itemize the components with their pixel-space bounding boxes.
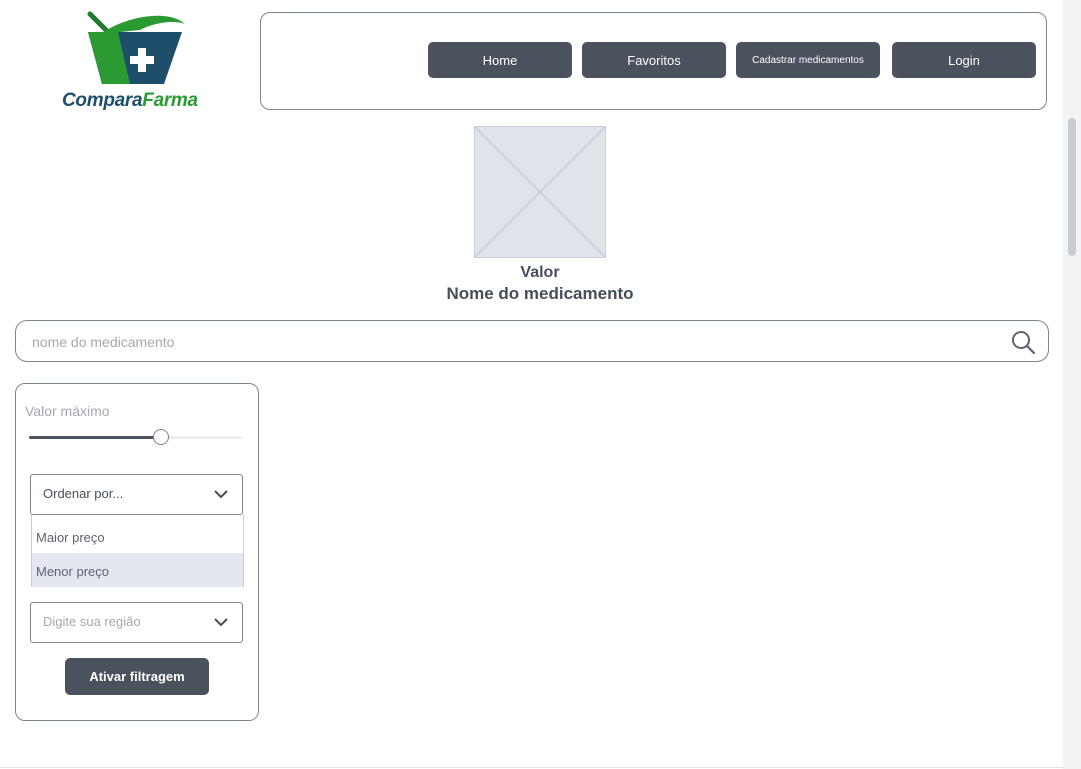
apply-filter-button[interactable]: Ativar filtragem (65, 658, 209, 695)
brand-name: ComparaFarma (62, 90, 198, 111)
product-price: Valor (520, 264, 560, 281)
search-input[interactable] (32, 331, 982, 353)
scrollbar-thumb[interactable] (1068, 118, 1076, 256)
region-select[interactable]: Digite sua região (30, 602, 243, 643)
chevron-down-icon (214, 490, 228, 499)
nav-cadastrar-medicamentos-button[interactable]: Cadastrar medicamentos (736, 42, 880, 78)
nav-favoritos-button[interactable]: Favoritos (582, 42, 726, 78)
search-icon[interactable] (1010, 329, 1036, 355)
region-select-placeholder: Digite sua região (43, 614, 141, 629)
sort-option-maior-preco[interactable]: Maior preço (32, 519, 243, 553)
nav-home-button[interactable]: Home (428, 42, 572, 78)
basket-logo-icon (87, 11, 185, 84)
scrollbar-track[interactable] (1063, 0, 1081, 769)
chevron-down-icon (214, 618, 228, 627)
sort-select[interactable]: Ordenar por... (30, 474, 243, 515)
nav-login-button[interactable]: Login (892, 42, 1036, 78)
sort-dropdown: Maior preço Menor preço (31, 515, 244, 587)
image-placeholder-icon (474, 126, 606, 258)
sort-option-menor-preco[interactable]: Menor preço (32, 553, 243, 587)
search-bar (15, 320, 1049, 362)
sort-select-value: Ordenar por... (43, 486, 124, 501)
product-name: Nome do medicamento (446, 284, 634, 303)
max-price-slider-thumb[interactable] (153, 429, 170, 445)
max-price-slider-fill (29, 436, 162, 439)
divider (0, 767, 1063, 768)
max-price-label: Valor máximo (25, 403, 110, 419)
